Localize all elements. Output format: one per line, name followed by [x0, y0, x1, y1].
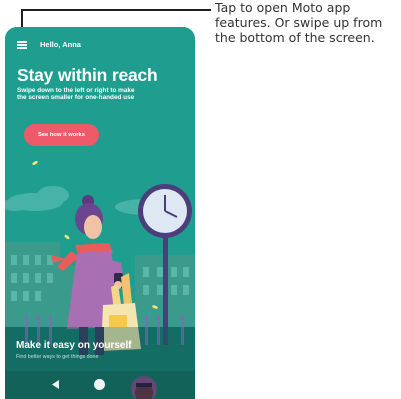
- hero-subtitle-line-1: Swipe down to the left or right to make: [17, 87, 135, 94]
- callout-annotation: Tap to open Moto app features. Or swipe …: [215, 0, 400, 45]
- card-title[interactable]: Make it easy on yourself: [16, 340, 132, 351]
- greeting-text: Hello, Anna: [40, 40, 81, 49]
- hero-subtitle: Swipe down to the left or right to make …: [17, 87, 189, 102]
- card-subtitle: Find better ways to get things done: [16, 354, 99, 360]
- back-icon[interactable]: [52, 380, 60, 389]
- navigation-bar: [5, 371, 195, 399]
- see-how-it-works-button[interactable]: See how it works: [24, 124, 99, 146]
- menu-icon[interactable]: [17, 41, 27, 49]
- callout-line-2: features. Or swipe up from: [215, 15, 383, 30]
- callout-connector-horizontal: [21, 9, 211, 11]
- callout-line-3: the bottom of the screen.: [215, 30, 375, 45]
- hero-subtitle-line-2: the screen smaller for one-handed use: [17, 94, 135, 102]
- callout-line-1: Tap to open Moto app: [215, 0, 351, 15]
- home-icon[interactable]: [94, 379, 105, 390]
- hero-title: Stay within reach: [17, 65, 158, 85]
- phone-screen: Hello, Anna Stay within reach Swipe down…: [5, 27, 195, 399]
